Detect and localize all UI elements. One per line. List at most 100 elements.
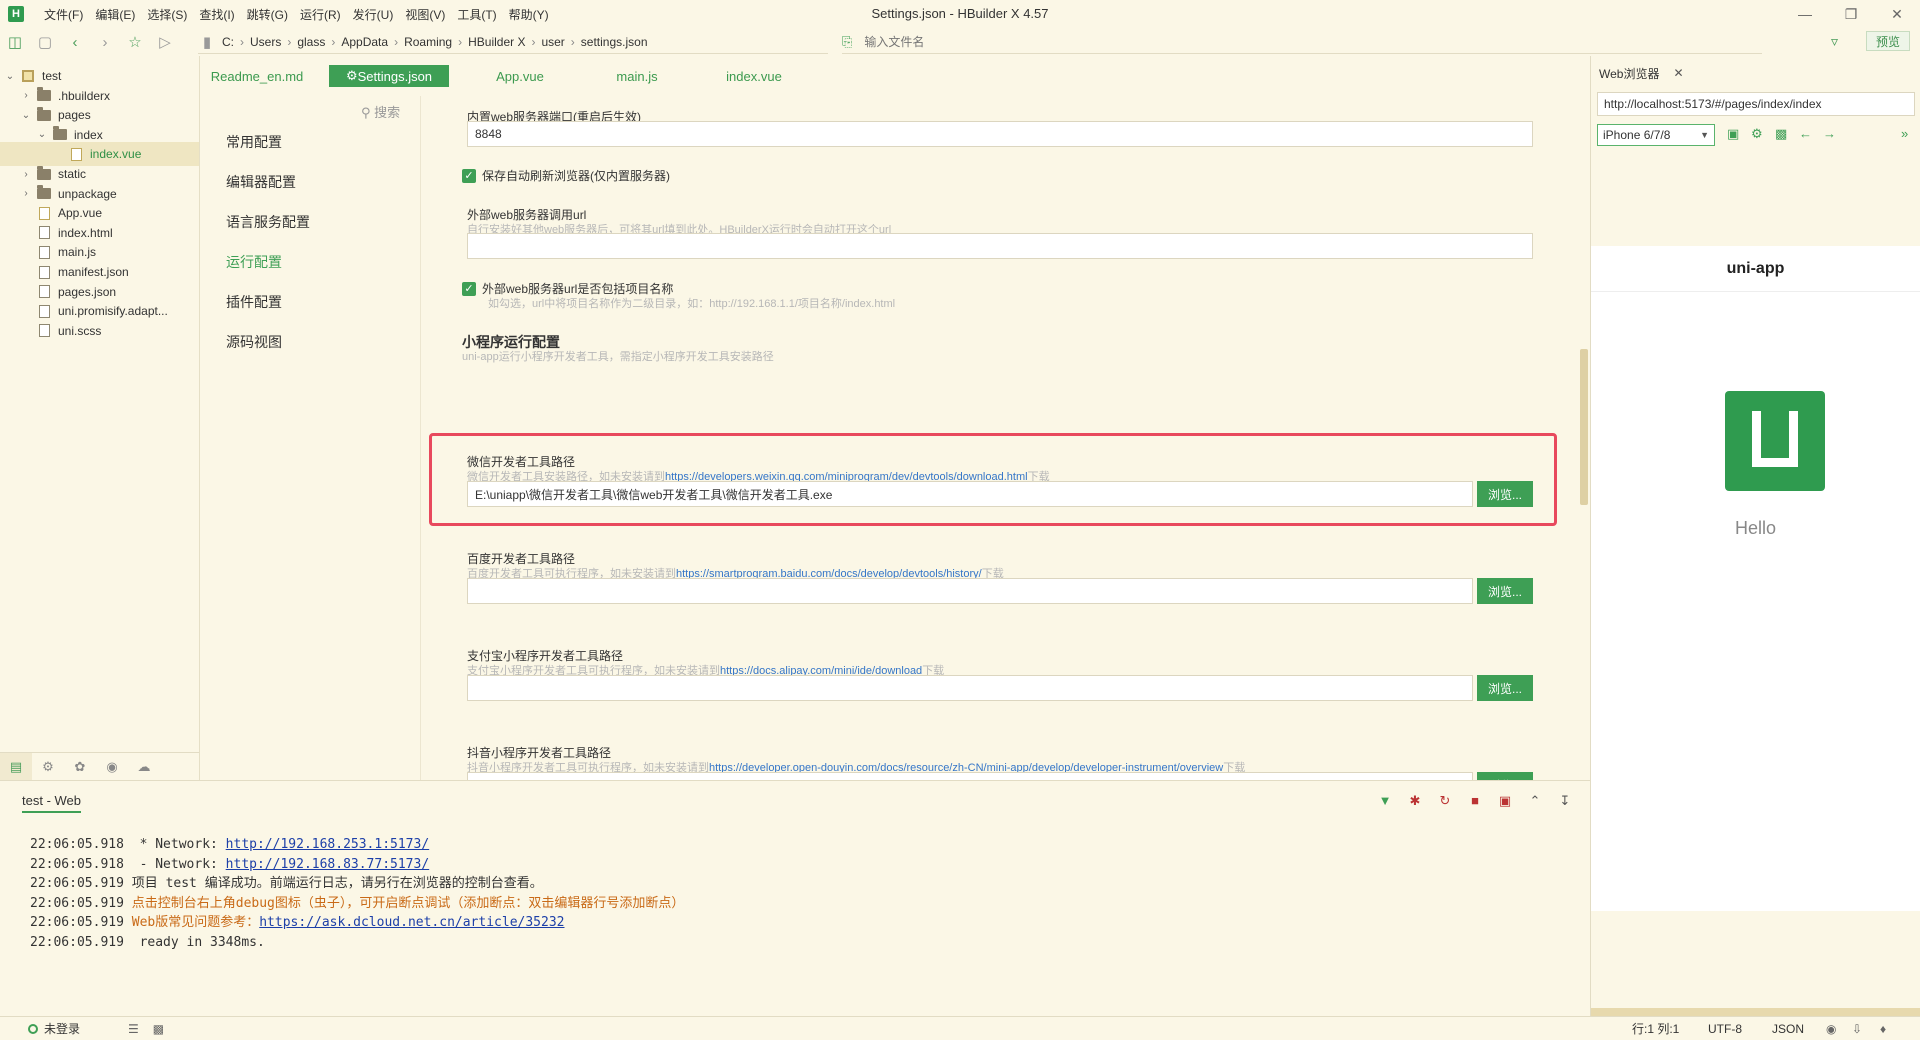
project-manager-icon[interactable]: ▤: [0, 752, 32, 781]
bug-icon[interactable]: ✱: [1400, 793, 1430, 809]
chevron-down-icon[interactable]: ⌄: [20, 110, 32, 121]
browse-button[interactable]: 浏览...: [1477, 578, 1533, 604]
ext-url-input[interactable]: [467, 233, 1533, 259]
log-message: ready in 3348ms.: [123, 934, 265, 950]
auto-refresh-checkbox[interactable]: ✓ 保存自动刷新浏览器(仅内置服务器): [462, 167, 670, 184]
encoding[interactable]: UTF-8: [1708, 1022, 1742, 1036]
menu-item[interactable]: 查找(I): [193, 6, 240, 23]
log-link[interactable]: http://192.168.253.1:5173/: [226, 837, 430, 852]
run-icon[interactable]: ▷: [150, 30, 180, 54]
close-icon[interactable]: ✕: [1673, 66, 1683, 80]
download-icon[interactable]: ⇩: [1852, 1022, 1862, 1036]
scrollbar[interactable]: [1578, 96, 1590, 780]
list-icon[interactable]: ☰: [128, 1022, 139, 1036]
breadcrumb-item[interactable]: Roaming: [398, 35, 458, 49]
filter-icon[interactable]: ▼: [1370, 793, 1400, 809]
breadcrumb-item[interactable]: HBuilder X: [462, 35, 531, 49]
plugin-icon[interactable]: ⚙: [32, 753, 64, 781]
tab-index-vue[interactable]: index.vue: [699, 65, 809, 87]
settings-nav-item[interactable]: 源码视图: [226, 332, 282, 352]
menu-item[interactable]: 发行(U): [347, 6, 400, 23]
browser-tab[interactable]: Web浏览器 ✕: [1599, 62, 1684, 84]
tool-path-input[interactable]: [467, 675, 1473, 701]
save-icon[interactable]: ▢: [30, 30, 60, 54]
preview-button[interactable]: 预览: [1866, 31, 1910, 51]
star-icon[interactable]: ☆: [120, 30, 150, 54]
forward-icon[interactable]: ›: [90, 30, 120, 54]
terminal-icon[interactable]: ▩: [153, 1022, 164, 1036]
settings-nav-item[interactable]: 编辑器配置: [226, 172, 296, 192]
log-link[interactable]: https://ask.dcloud.net.cn/article/35232: [259, 915, 564, 930]
log-link[interactable]: http://192.168.83.77:5173/: [226, 857, 430, 872]
tab-settings-json[interactable]: ⚙ Settings.json: [329, 65, 449, 87]
console-tab[interactable]: test - Web: [22, 793, 82, 813]
settings-nav-item[interactable]: 运行配置: [226, 252, 282, 272]
tool-path-input[interactable]: [467, 578, 1473, 604]
settings-nav-item[interactable]: 语言服务配置: [226, 212, 310, 232]
wrap-icon[interactable]: ↧: [1550, 793, 1580, 809]
back-icon[interactable]: ←: [1799, 126, 1812, 141]
notification-icon[interactable]: ◉: [1826, 1022, 1836, 1036]
settings-search[interactable]: ⚲ 搜索: [361, 102, 400, 121]
restart-icon[interactable]: ↻: [1430, 793, 1460, 809]
filter-icon[interactable]: ▿: [1831, 33, 1838, 50]
console-icon[interactable]: ▩: [1775, 126, 1787, 142]
minimize-icon[interactable]: —: [1782, 0, 1828, 28]
cursor-position[interactable]: 行:1 列:1: [1632, 1020, 1679, 1037]
tree-item[interactable]: uni.scss: [0, 319, 199, 343]
login-status[interactable]: 未登录: [28, 1020, 80, 1037]
device-select[interactable]: iPhone 6/7/8 ▼: [1597, 124, 1715, 146]
scrollbar-thumb[interactable]: [1580, 349, 1588, 505]
chevron-down-icon[interactable]: ⌄: [36, 129, 48, 140]
menu-item[interactable]: 文件(F): [38, 6, 89, 23]
browser-url-input[interactable]: http://localhost:5173/#/pages/index/inde…: [1597, 92, 1915, 116]
tool-path-input[interactable]: [467, 772, 1473, 780]
menu-item[interactable]: 视图(V): [399, 6, 451, 23]
clear-icon[interactable]: ▣: [1490, 793, 1520, 809]
breadcrumb-item[interactable]: AppData: [335, 35, 394, 49]
file-search-input[interactable]: [864, 34, 1265, 49]
bell-icon[interactable]: ♦: [1880, 1022, 1886, 1036]
mp-section-hint: uni-app运行小程序开发者工具，需指定小程序开发工具安装路径: [462, 351, 774, 363]
menu-item[interactable]: 运行(R): [294, 6, 347, 23]
tab-label: main.js: [616, 68, 658, 84]
chevron-right-icon[interactable]: ›: [20, 90, 32, 101]
stop-icon[interactable]: ■: [1460, 793, 1490, 809]
forward-icon[interactable]: →: [1823, 126, 1836, 141]
browse-button[interactable]: 浏览...: [1477, 772, 1533, 780]
breadcrumb-item[interactable]: C:: [216, 35, 240, 49]
breadcrumb-item[interactable]: settings.json: [575, 35, 654, 49]
tab-main-js[interactable]: main.js: [591, 65, 683, 87]
tab-app-vue[interactable]: App.vue: [465, 65, 575, 87]
menu-item[interactable]: 选择(S): [141, 6, 193, 23]
settings-nav-item[interactable]: 常用配置: [226, 132, 282, 152]
new-file-icon[interactable]: ◫: [0, 30, 30, 54]
chevron-right-icon[interactable]: ›: [20, 188, 32, 199]
browse-button[interactable]: 浏览...: [1477, 675, 1533, 701]
screenshot-icon[interactable]: ▣: [1727, 126, 1739, 142]
back-icon[interactable]: ‹: [60, 30, 90, 54]
settings-nav-item[interactable]: 插件配置: [226, 292, 282, 312]
tab-readme-en-md[interactable]: Readme_en.md: [201, 65, 313, 87]
folder-icon: ▮: [202, 33, 212, 51]
chevron-down-icon[interactable]: ⌄: [4, 71, 16, 82]
menu-item[interactable]: 跳转(G): [241, 6, 294, 23]
tree-item-label: .hbuilderx: [58, 88, 111, 103]
language-mode[interactable]: JSON: [1772, 1022, 1804, 1036]
menu-item[interactable]: 编辑(E): [89, 6, 141, 23]
search-panel-icon[interactable]: ◉: [96, 753, 128, 781]
breadcrumb-item[interactable]: Users: [244, 35, 287, 49]
cloud-icon[interactable]: ☁: [128, 753, 160, 781]
web-port-input[interactable]: 8848: [467, 121, 1533, 147]
close-icon[interactable]: ✕: [1874, 0, 1920, 28]
menu-item[interactable]: 帮助(Y): [503, 6, 555, 23]
debug-icon[interactable]: ✿: [64, 753, 96, 781]
breadcrumb-item[interactable]: user: [535, 35, 570, 49]
menu-item[interactable]: 工具(T): [451, 6, 502, 23]
breadcrumb-item[interactable]: glass: [291, 35, 331, 49]
restore-icon[interactable]: ❐: [1828, 0, 1874, 28]
chevron-right-icon[interactable]: ›: [20, 169, 32, 180]
settings-icon[interactable]: ⚙: [1751, 126, 1763, 142]
maximize-icon[interactable]: ⌃: [1520, 793, 1550, 809]
more-icon[interactable]: »: [1901, 126, 1908, 141]
